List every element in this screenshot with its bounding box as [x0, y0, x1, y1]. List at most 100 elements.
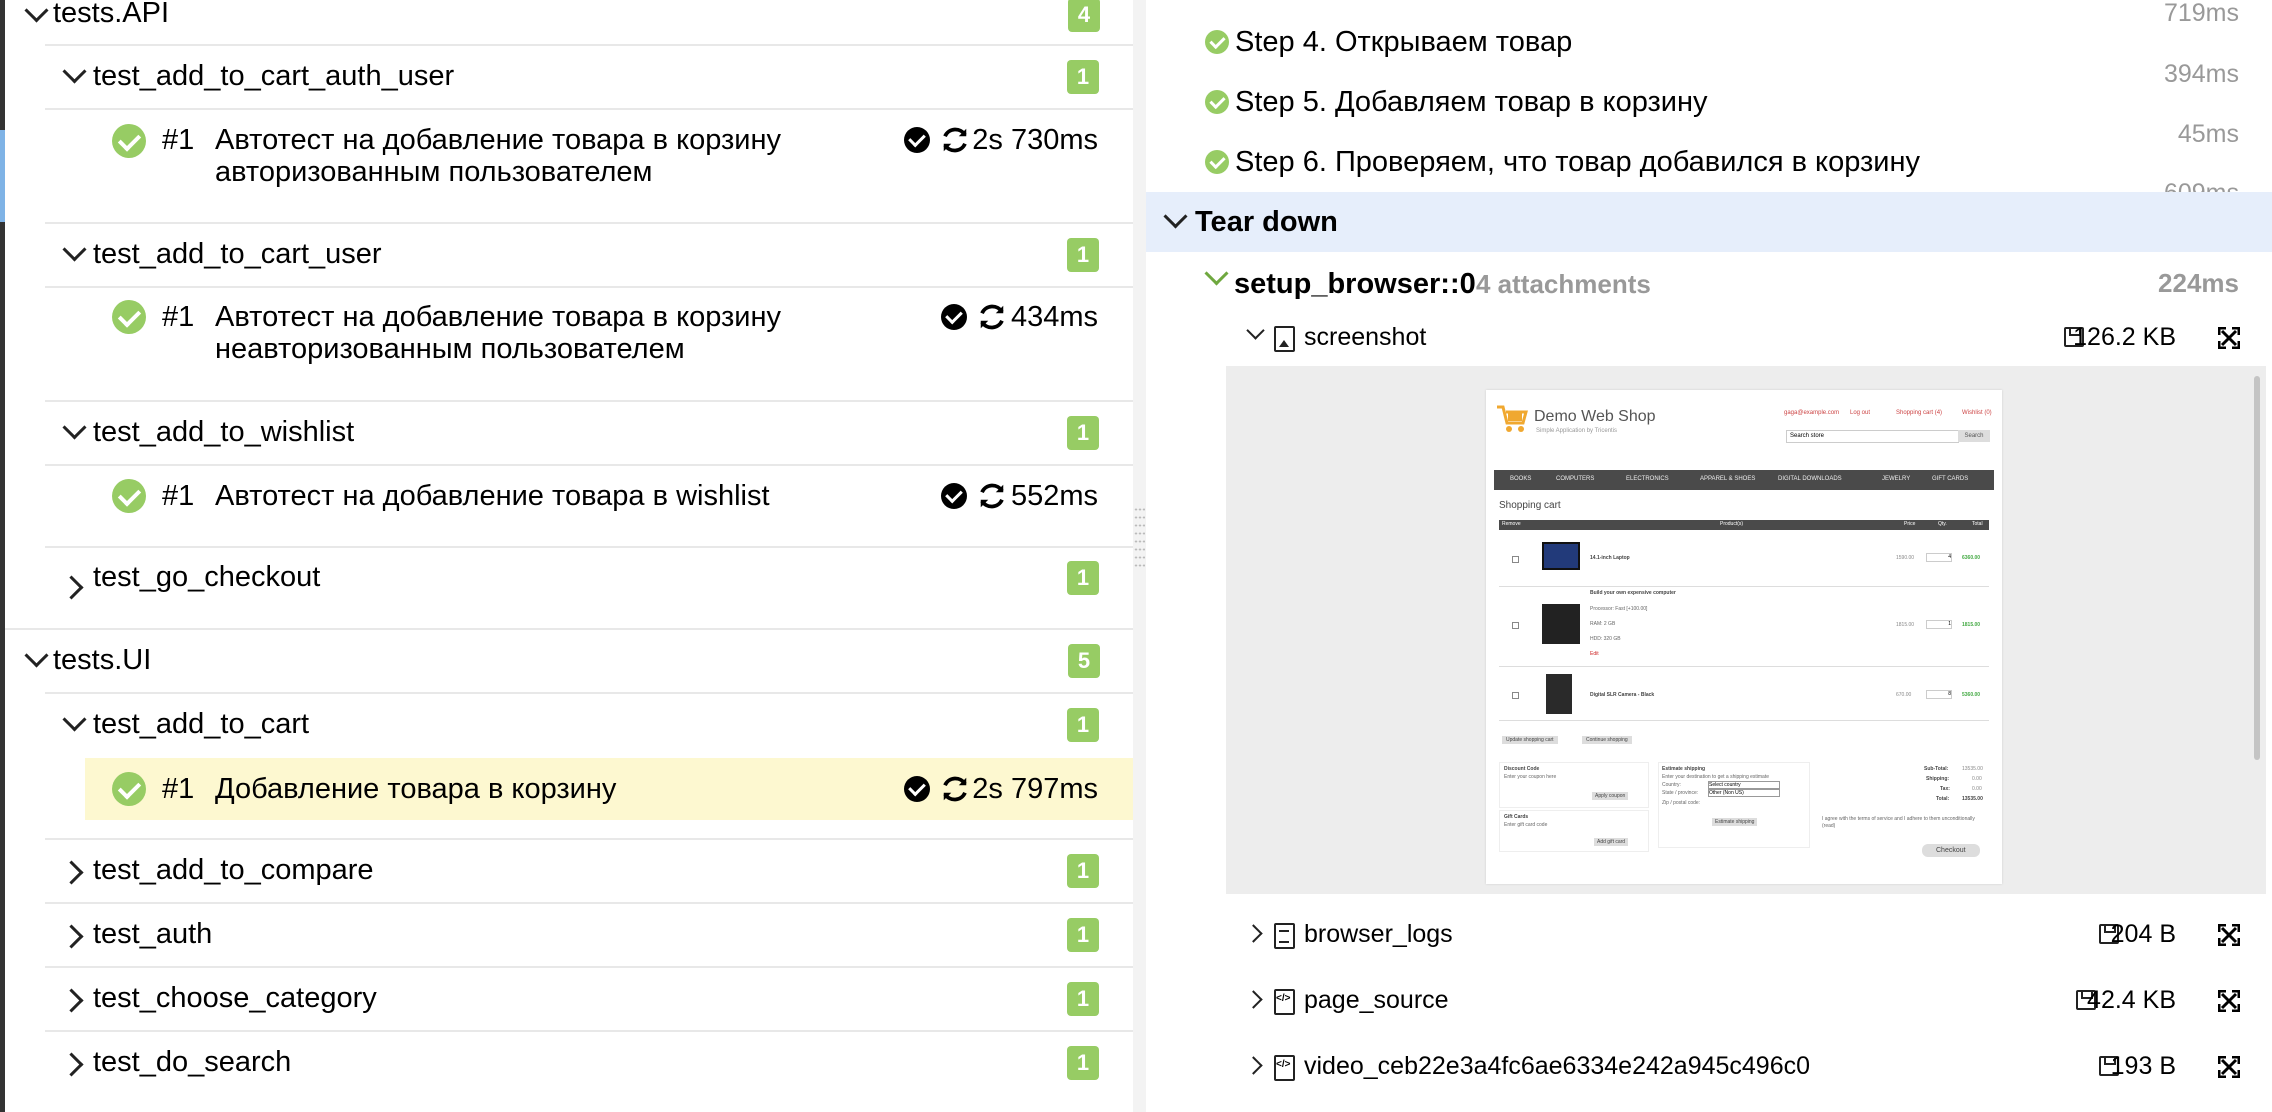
header-link: Shopping cart (4): [1896, 410, 1943, 416]
fullscreen-icon[interactable]: [2218, 924, 2240, 946]
subgroup-name: test_choose_category: [93, 982, 377, 1014]
subgroup-row[interactable]: test_choose_category 1: [45, 968, 1133, 1030]
item-name: 14.1-inch Laptop: [1590, 555, 1630, 561]
splitter-grip[interactable]: [1134, 540, 1145, 543]
table-header-cell: Remove: [1502, 521, 1521, 527]
subgroup-row[interactable]: test_go_checkout 1: [45, 548, 1133, 628]
subgroup-row[interactable]: test_add_to_cart 1: [45, 694, 1133, 756]
text-file-icon: [1274, 923, 1295, 949]
attachment-row[interactable]: video_ceb22e3a4fc6ae6334e242a945c496c0 1…: [1146, 1047, 2272, 1087]
table-header: [1499, 520, 1989, 530]
test-title: Добавление товара в корзину: [215, 773, 617, 805]
test-result-row-selected[interactable]: #1 Добавление товара в корзину 2s 797ms: [85, 758, 1133, 820]
group-row-tests-api[interactable]: tests.API 4: [5, 0, 1133, 32]
test-result-row[interactable]: #1 Автотест на добавление товара в корзи…: [85, 288, 1133, 400]
row-divider: [1499, 720, 1989, 721]
attachment-name: video_ceb22e3a4fc6ae6334e242a945c496c0: [1304, 1052, 1811, 1080]
chevron-down-icon: [62, 415, 87, 440]
test-title-line1: Автотест на добавление товара в корзину: [215, 124, 782, 156]
subgroup-row[interactable]: test_do_search 1: [45, 1032, 1133, 1094]
attachment-row[interactable]: browser_logs 204 B: [1146, 915, 2272, 955]
test-number: #1: [162, 480, 195, 512]
remove-checkbox: [1512, 622, 1519, 629]
count-badge: 1: [1067, 918, 1099, 952]
attachment-size: 42.4 KB: [2087, 986, 2176, 1014]
status-icon: [941, 483, 967, 509]
teardown-section-header[interactable]: Tear down: [1146, 192, 2272, 252]
status-icon: [941, 304, 967, 330]
test-result-row[interactable]: #1 Автотест на добавление товара в корзи…: [85, 110, 1133, 222]
checkout-button: Checkout: [1922, 844, 1980, 857]
table-header-cell: Price: [1904, 521, 1916, 527]
attachment-row[interactable]: page_source 42.4 KB: [1146, 981, 2272, 1021]
apply-coupon-button: Apply coupon: [1592, 792, 1629, 800]
country-select: Select country: [1708, 781, 1780, 789]
chevron-down-icon: [62, 237, 87, 262]
item-total: 1815.00: [1962, 622, 1981, 628]
screenshot-image: Demo Web Shop Simple Application by Tric…: [1486, 390, 2002, 884]
subgroup-row[interactable]: test_add_to_wishlist 1: [45, 402, 1133, 464]
fullscreen-icon[interactable]: [2218, 1056, 2240, 1078]
fullscreen-icon[interactable]: [2218, 327, 2240, 349]
shipping-label: Shipping:: [1926, 776, 1950, 782]
group-name: tests.API: [53, 0, 170, 29]
splitter-grip[interactable]: [1134, 564, 1145, 567]
menu-item: DIGITAL DOWNLOADS: [1778, 476, 1842, 482]
group-row-tests-ui[interactable]: tests.UI 5: [5, 630, 1133, 692]
test-duration: 434ms: [1010, 301, 1098, 333]
item-price: 1590.00: [1896, 555, 1915, 561]
attachment-row[interactable]: screenshot 126.2 KB: [1146, 318, 2272, 358]
menu-item: APPAREL & SHOES: [1700, 476, 1756, 482]
splitter-grip[interactable]: [1134, 508, 1145, 511]
step-duration: 609ms: [2164, 178, 2239, 192]
step-row[interactable]: Step 5. Добавляем товар в корзину 45ms: [1146, 80, 2272, 148]
attachment-size: 193 B: [2110, 1052, 2176, 1080]
chevron-right-icon: [1244, 1056, 1263, 1075]
subgroup-name: test_add_to_cart: [93, 708, 310, 740]
splitter-grip[interactable]: [1134, 524, 1145, 527]
subgroup-name: test_add_to_cart_user: [93, 238, 382, 270]
test-result-row[interactable]: #1 Автотест на добавление товара в wishl…: [85, 466, 1133, 546]
test-tree-panel: tests.API 4 test_add_to_cart_auth_user 1…: [0, 0, 1133, 1112]
preview-scrollbar[interactable]: [2254, 376, 2260, 760]
menu-item: COMPUTERS: [1556, 476, 1595, 482]
item-price: 670.00: [1896, 692, 1912, 698]
chevron-right-icon: [59, 575, 84, 600]
attachment-name: page_source: [1304, 986, 1449, 1014]
retry-icon: [980, 483, 1004, 509]
item-detail: Processor: Fast [+100.00]: [1590, 606, 1648, 612]
estimate-button: Estimate shipping: [1712, 818, 1758, 826]
attachment-size: 126.2 KB: [2073, 323, 2176, 351]
subgroup-row[interactable]: test_add_to_cart_auth_user 1: [45, 46, 1133, 108]
fullscreen-icon[interactable]: [2218, 990, 2240, 1012]
test-title-line1: Автотест на добавление товара в корзину: [215, 301, 782, 333]
subgroup-name: test_add_to_compare: [93, 854, 374, 886]
chevron-down-icon: [62, 707, 87, 732]
subgroup-name: test_go_checkout: [93, 561, 321, 593]
passed-icon: [112, 772, 146, 806]
step-label: Step 6. Проверяем, что товар добавился в…: [1235, 146, 1921, 178]
subtotal-label: Sub-Total:: [1924, 766, 1949, 772]
subgroup-row[interactable]: test_add_to_cart_user 1: [45, 224, 1133, 286]
laptop-image: [1542, 542, 1580, 570]
passed-icon: [1205, 150, 1229, 174]
subgroup-row[interactable]: test_add_to_compare 1: [45, 840, 1133, 902]
step-row[interactable]: Step 4. Открываем товар 394ms: [1146, 20, 2272, 88]
item-name: Build your own expensive computer: [1590, 590, 1676, 596]
count-badge: 1: [1067, 708, 1099, 742]
splitter-grip[interactable]: [1134, 532, 1145, 535]
screenshot-preview[interactable]: Demo Web Shop Simple Application by Tric…: [1226, 366, 2266, 894]
splitter-grip[interactable]: [1134, 516, 1145, 519]
splitter-grip[interactable]: [1134, 548, 1145, 551]
test-number: #1: [162, 773, 195, 805]
gift-title: Gift Cards: [1504, 814, 1529, 820]
fixture-name: setup_browser::0: [1234, 268, 1476, 300]
fixture-row[interactable]: setup_browser::0 4 attachments 224ms: [1146, 256, 2272, 308]
fixture-duration: 224ms: [2158, 268, 2239, 298]
splitter-grip[interactable]: [1134, 556, 1145, 559]
subgroup-name: test_add_to_cart_auth_user: [93, 60, 455, 92]
item-price: 1815.00: [1896, 622, 1915, 628]
chevron-right-icon: [59, 1052, 84, 1077]
chevron-down-icon: [1246, 321, 1265, 340]
subgroup-row[interactable]: test_auth 1: [45, 904, 1133, 966]
